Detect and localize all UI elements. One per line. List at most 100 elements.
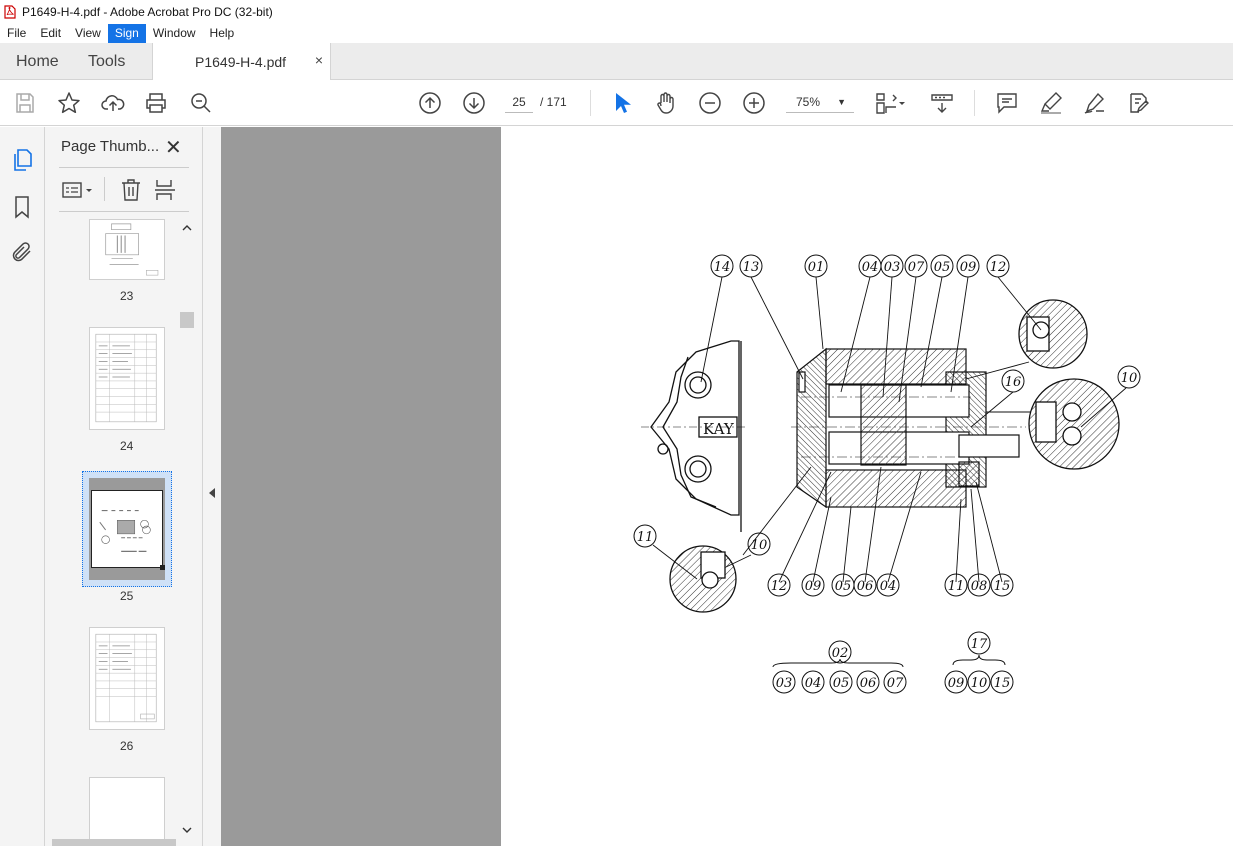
attachment-icon[interactable] [10, 240, 34, 264]
menu-sign[interactable]: Sign [107, 23, 146, 43]
collapse-arrow-icon[interactable] [203, 483, 222, 503]
group-item: 09 [948, 676, 965, 691]
extract-pages-icon[interactable] [153, 178, 177, 202]
callout-label: 12 [771, 579, 788, 594]
close-panel-button[interactable]: ✕ [165, 135, 183, 160]
save-icon[interactable] [13, 91, 37, 115]
callout-label: 07 [908, 260, 925, 275]
thumbnail-scrollbar[interactable] [180, 220, 194, 838]
toolbar-divider [590, 90, 591, 116]
callout-label: 15 [994, 579, 1011, 594]
thumbnail-label: 23 [120, 289, 134, 303]
divider [59, 211, 189, 212]
callout-label: 01 [808, 260, 825, 275]
upload-icon[interactable] [101, 91, 125, 115]
comment-icon[interactable] [995, 91, 1019, 115]
close-tab-button[interactable]: × [315, 52, 323, 68]
tab-bar: Home Tools P1649-H-4.pdf × [0, 43, 1233, 80]
menu-edit[interactable]: Edit [33, 24, 68, 43]
page-number-input[interactable]: 25 [505, 91, 533, 113]
group-item: 05 [833, 676, 850, 691]
cursor-icon[interactable] [610, 91, 634, 115]
arrow-down-icon[interactable] [462, 91, 486, 115]
group-label: 02 [832, 646, 849, 661]
options-menu-icon[interactable] [61, 179, 95, 201]
scrollbar-thumb[interactable] [180, 312, 194, 328]
group-label: 17 [971, 637, 988, 652]
divider [104, 177, 105, 201]
chevron-down-icon: ▼ [837, 97, 846, 107]
print-icon[interactable] [144, 91, 168, 115]
viewport-handle[interactable] [160, 565, 165, 570]
pdf-page[interactable]: KAY 14 13 01 04 03 07 05 09 12 16 10 11 … [501, 127, 1233, 846]
callout-label: 05 [835, 579, 852, 594]
edit-icon[interactable] [1127, 91, 1151, 115]
callout-label: 09 [960, 260, 977, 275]
callout-label: 04 [880, 579, 897, 594]
callout-label: 05 [934, 260, 951, 275]
thumbnail-page-26[interactable] [89, 627, 165, 730]
callout-label: 08 [971, 579, 988, 594]
zoom-level-value: 75% [796, 95, 821, 109]
navigation-rail [0, 127, 45, 846]
tab-home[interactable]: Home [16, 43, 59, 80]
thumbnail-page-25-selected[interactable] [82, 471, 172, 587]
callout-label: 04 [862, 260, 879, 275]
thumbnail-frame [89, 478, 165, 580]
group-item: 07 [887, 676, 904, 691]
scroll-down-icon[interactable] [180, 824, 194, 836]
page-thumbnails-panel: Page Thumb... ✕ 23 24 25 26 [45, 127, 202, 846]
arrow-up-icon[interactable] [418, 91, 442, 115]
assembly-groups: 02 03 04 05 06 07 17 09 10 15 [772, 631, 1014, 694]
thumbnail-label: 24 [120, 439, 134, 453]
panel-collapse-strip[interactable] [202, 127, 221, 846]
star-icon[interactable] [57, 91, 81, 115]
thumbnail-page-24[interactable] [89, 327, 165, 430]
tab-tools[interactable]: Tools [88, 43, 125, 80]
thumbnail-page-27[interactable] [89, 777, 165, 846]
zoom-in-icon[interactable] [742, 91, 766, 115]
scroll-mode-icon[interactable] [930, 91, 954, 115]
hand-icon[interactable] [654, 91, 678, 115]
panel-toolbar [59, 177, 189, 203]
thumbnail-horizontal-scrollbar[interactable] [52, 839, 176, 846]
fit-page-icon[interactable] [874, 91, 898, 115]
document-background [221, 127, 501, 846]
group-item: 15 [994, 676, 1011, 691]
zoom-out-icon[interactable] [698, 91, 722, 115]
scroll-up-icon[interactable] [180, 222, 194, 234]
zoom-search-icon[interactable] [189, 91, 213, 115]
pump-end-view: KAY [641, 340, 746, 532]
page-total: / 171 [540, 95, 567, 109]
group-item: 04 [805, 676, 822, 691]
page-thumbnails-icon[interactable] [10, 148, 34, 172]
group-item: 10 [971, 676, 988, 691]
tab-document-label: P1649-H-4.pdf [195, 54, 287, 70]
callout-label: 09 [805, 579, 822, 594]
menu-file[interactable]: File [0, 24, 33, 43]
callout-label: 13 [743, 260, 760, 275]
thumbnail-list: 23 24 25 26 [45, 219, 181, 846]
menu-view[interactable]: View [68, 24, 108, 43]
highlight-icon[interactable] [1039, 91, 1063, 115]
callout-label: 11 [948, 579, 965, 594]
zoom-level-select[interactable]: 75% ▼ [786, 91, 854, 113]
chevron-down-icon[interactable] [897, 91, 907, 115]
thumbnail-page-23[interactable] [89, 219, 165, 280]
bookmark-icon[interactable] [10, 195, 34, 219]
delete-icon[interactable] [119, 178, 143, 202]
menu-help[interactable]: Help [203, 24, 242, 43]
thumbnail-page-image [91, 490, 163, 568]
thumbnail-label: 26 [120, 739, 134, 753]
callout-label: 12 [990, 260, 1007, 275]
sign-icon[interactable] [1083, 91, 1107, 115]
callout-label: 10 [1121, 371, 1138, 386]
tab-document[interactable]: P1649-H-4.pdf × [152, 43, 331, 80]
menu-window[interactable]: Window [146, 24, 203, 43]
callout-label: 16 [1005, 375, 1022, 390]
thumbnail-label: 25 [120, 589, 134, 603]
window-title: P1649-H-4.pdf - Adobe Acrobat Pro DC (32… [22, 4, 273, 19]
title-bar: P1649-H-4.pdf - Adobe Acrobat Pro DC (32… [0, 0, 1233, 23]
acrobat-app-icon [4, 4, 16, 19]
group-item: 06 [860, 676, 877, 691]
